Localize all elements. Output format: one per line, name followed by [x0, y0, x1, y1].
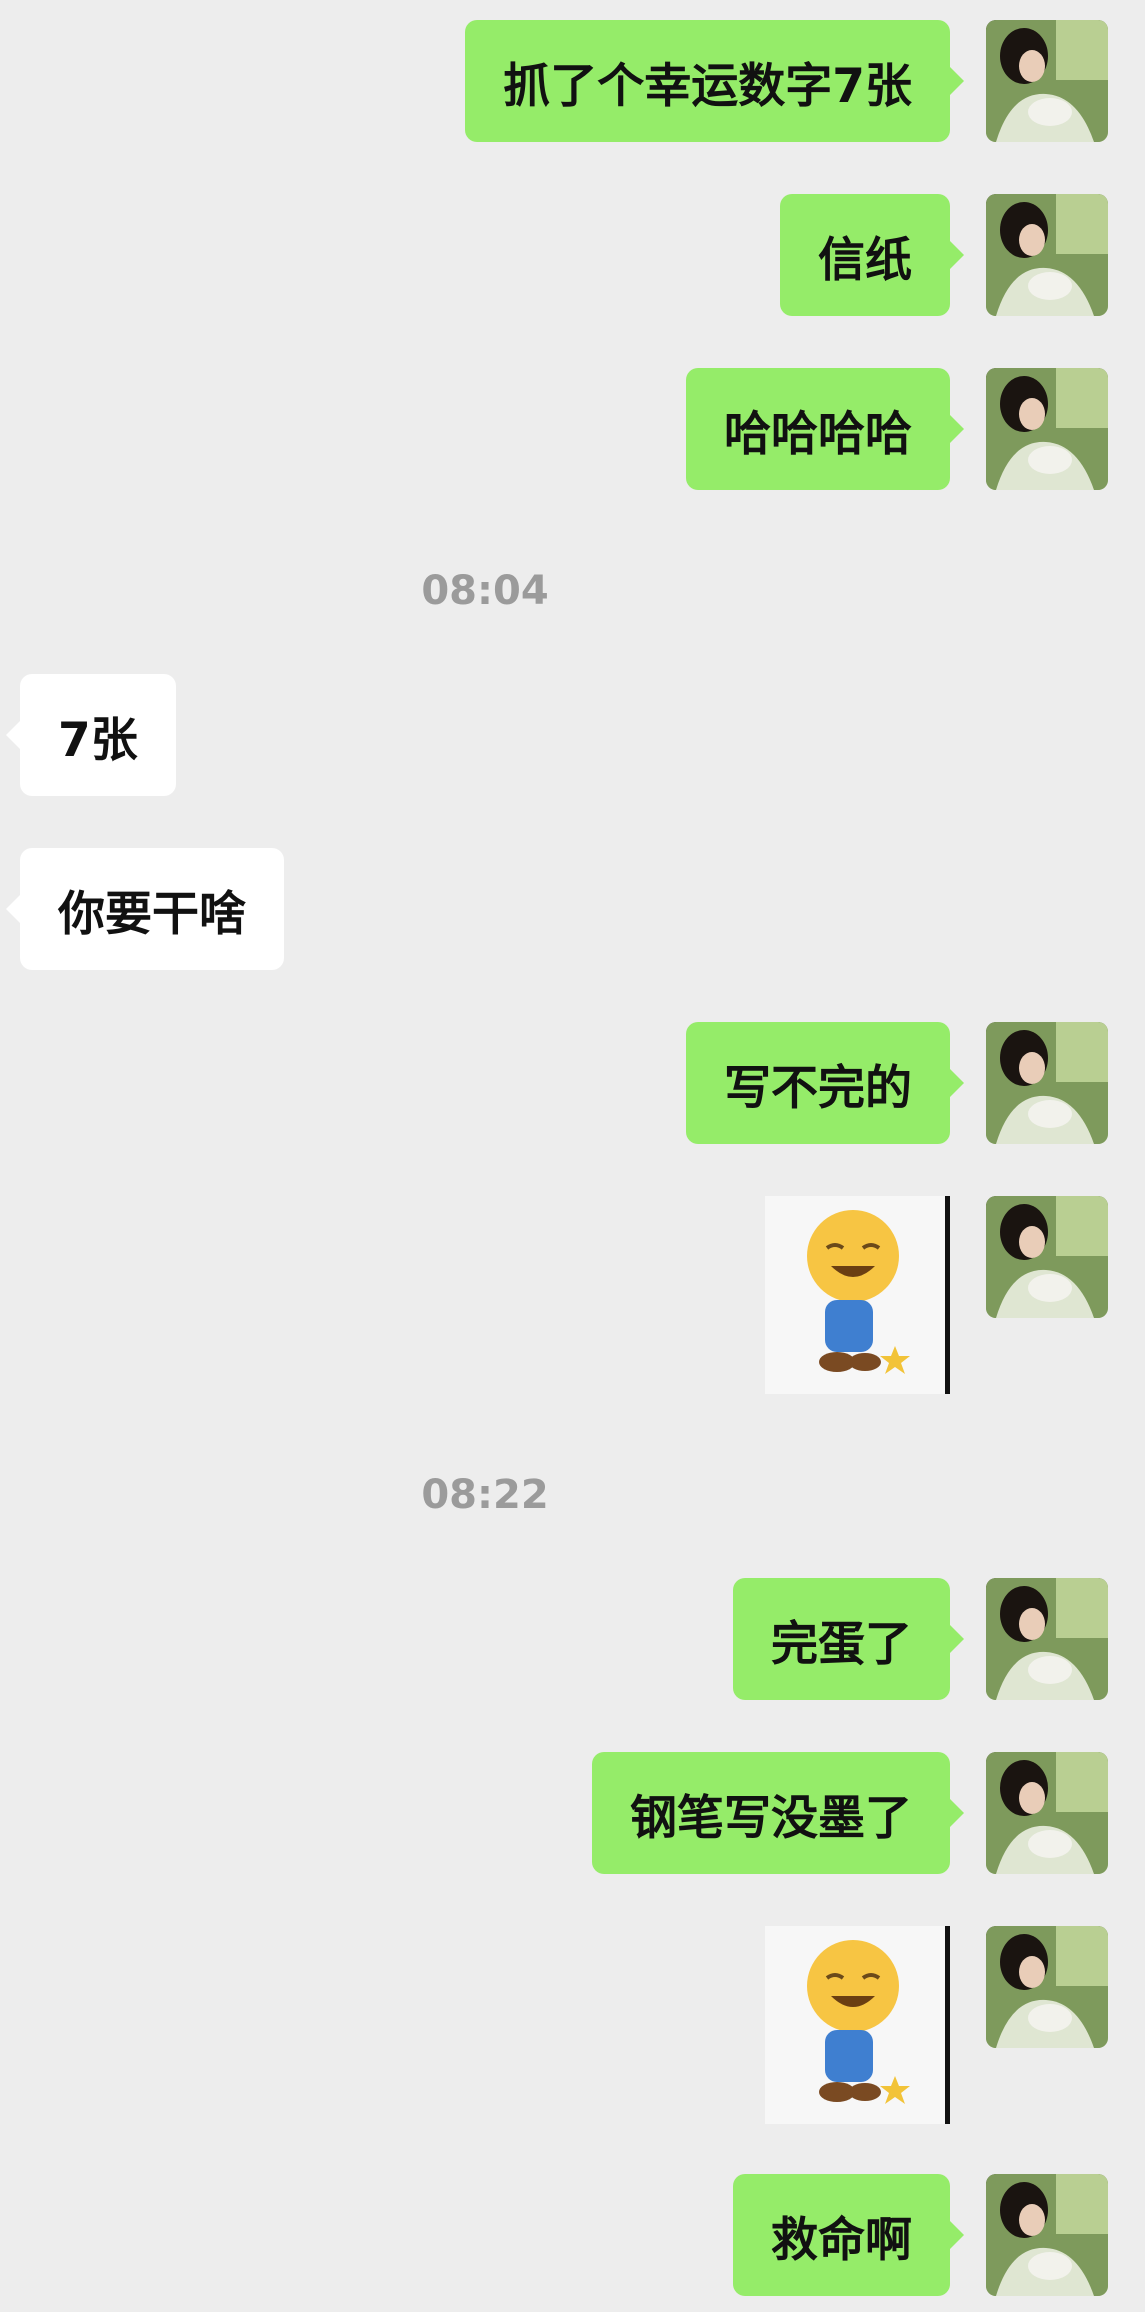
- avatar[interactable]: [986, 1752, 1108, 1874]
- message-text: 抓了个幸运数字7张: [503, 58, 912, 114]
- message-text: 哈哈哈哈: [724, 406, 912, 462]
- outgoing-message-bubble[interactable]: 救命啊: [733, 2174, 964, 2296]
- message-text: 信纸: [818, 232, 912, 288]
- sticker-message[interactable]: [765, 1196, 950, 1394]
- avatar-portrait-icon: [986, 368, 1108, 490]
- avatar-portrait-icon: [986, 2174, 1108, 2296]
- avatar-portrait-icon: [986, 1752, 1108, 1874]
- message-text: 你要干啥: [58, 886, 246, 942]
- avatar-portrait-icon: [986, 1196, 1108, 1318]
- message-text: 完蛋了: [771, 1616, 912, 1672]
- avatar[interactable]: [986, 1578, 1108, 1700]
- outgoing-message-bubble[interactable]: 钢笔写没墨了: [592, 1752, 964, 1874]
- message-text: 钢笔写没墨了: [630, 1790, 912, 1846]
- avatar-portrait-icon: [986, 1578, 1108, 1700]
- incoming-message-bubble[interactable]: 你要干啥: [6, 848, 284, 970]
- message-text: 救命啊: [771, 2212, 912, 2268]
- avatar[interactable]: [986, 368, 1108, 490]
- kneeling-smile-emoji-sticker: [765, 1196, 950, 1394]
- avatar[interactable]: [986, 1196, 1108, 1318]
- kneeling-smile-emoji-sticker: [765, 1926, 950, 2124]
- outgoing-message-bubble[interactable]: 抓了个幸运数字7张: [465, 20, 964, 142]
- avatar-portrait-icon: [986, 194, 1108, 316]
- avatar-portrait-icon: [986, 20, 1108, 142]
- chat-conversation[interactable]: 抓了个幸运数字7张 信纸 哈哈哈哈 08:04 7张 你要干啥 写不完的 08:…: [0, 0, 1145, 2312]
- message-text: 7张: [58, 712, 138, 768]
- outgoing-message-bubble[interactable]: 信纸: [780, 194, 964, 316]
- avatar[interactable]: [986, 2174, 1108, 2296]
- outgoing-message-bubble[interactable]: 哈哈哈哈: [686, 368, 964, 490]
- avatar-portrait-icon: [986, 1926, 1108, 2048]
- incoming-message-bubble[interactable]: 7张: [6, 674, 176, 796]
- sticker-message[interactable]: [765, 1926, 950, 2124]
- message-text: 写不完的: [724, 1060, 912, 1116]
- avatar[interactable]: [986, 20, 1108, 142]
- avatar-portrait-icon: [986, 1022, 1108, 1144]
- outgoing-message-bubble[interactable]: 完蛋了: [733, 1578, 964, 1700]
- timestamp: 08:04: [421, 568, 549, 614]
- timestamp: 08:22: [421, 1472, 549, 1518]
- avatar[interactable]: [986, 194, 1108, 316]
- avatar[interactable]: [986, 1022, 1108, 1144]
- avatar[interactable]: [986, 1926, 1108, 2048]
- outgoing-message-bubble[interactable]: 写不完的: [686, 1022, 964, 1144]
